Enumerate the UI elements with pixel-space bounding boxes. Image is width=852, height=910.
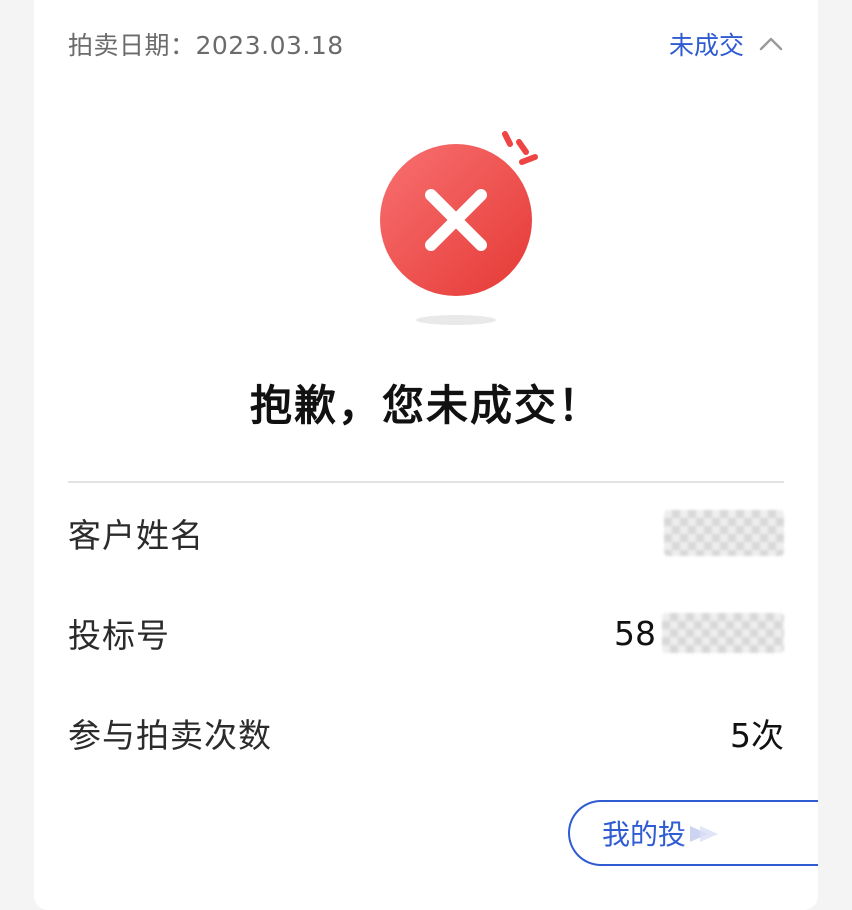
bid-number-mosaic xyxy=(662,613,784,653)
my-bids-button[interactable]: 我的投 xyxy=(568,800,818,866)
auction-result-card: 拍卖日期：2023.03.18 未成交 抱歉，您未成交！ 客户姓名 投标号 58… xyxy=(34,0,818,910)
auction-count-label: 参与拍卖次数 xyxy=(68,716,272,755)
card-header: 拍卖日期：2023.03.18 未成交 xyxy=(68,24,784,64)
bid-number-row: 投标号 58 xyxy=(68,608,784,658)
bid-number-value: 58 xyxy=(614,613,784,653)
my-bids-button-label: 我的投 xyxy=(602,818,687,851)
customer-name-row: 客户姓名 xyxy=(68,508,784,558)
status-text: 未成交 xyxy=(668,31,744,60)
customer-name-label: 客户姓名 xyxy=(68,516,204,555)
status-toggle[interactable]: 未成交 xyxy=(669,26,784,62)
customer-name-value xyxy=(664,510,784,556)
auction-count-value: 5次 xyxy=(730,716,784,755)
auction-count-row: 参与拍卖次数 5次 xyxy=(68,708,784,758)
bid-number-prefix: 58 xyxy=(614,613,656,653)
customer-name-mosaic xyxy=(664,510,784,556)
result-title: 抱歉，您未成交！ xyxy=(249,381,602,430)
auction-date-label: 拍卖日期：2023.03.18 xyxy=(68,31,344,60)
swipe-arrow-icon xyxy=(690,826,718,842)
chevron-up-icon[interactable] xyxy=(758,31,784,57)
divider xyxy=(68,481,784,483)
failure-cross-icon xyxy=(380,131,538,325)
bid-number-label: 投标号 xyxy=(68,616,170,655)
